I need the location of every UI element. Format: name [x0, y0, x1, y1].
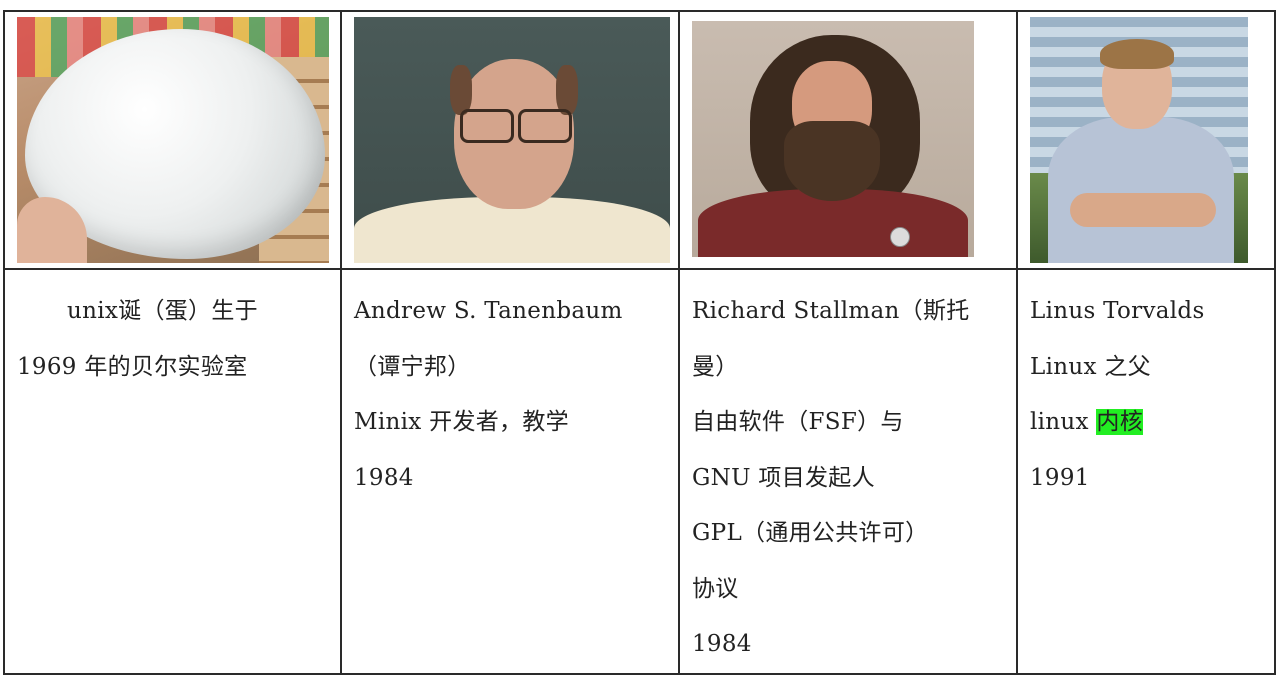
- text-cell-stallman: Richard Stallman（斯托 曼） 自由软件（FSF）与 GNU 项目…: [678, 268, 1018, 675]
- text-row: unix诞（蛋）生于 1969 年的贝尔实验室 Andrew S. Tanenb…: [3, 268, 1276, 675]
- photo-row: [3, 10, 1276, 270]
- torvalds-portrait: [1030, 17, 1248, 263]
- stallman-portrait: [692, 21, 974, 257]
- stallman-year: 1984: [692, 631, 752, 657]
- stallman-role-3: GPL（通用公共许可）: [692, 520, 929, 546]
- tanenbaum-portrait: [354, 17, 670, 263]
- kernel-prefix: linux: [1030, 409, 1097, 435]
- egg-photo: [17, 17, 329, 263]
- text-cell-torvalds: Linus Torvalds Linux 之父 linux 内核 1991: [1016, 268, 1276, 675]
- photo-cell-stallman: [678, 10, 1018, 270]
- kernel-highlight: 内核: [1096, 409, 1144, 435]
- torvalds-title: Linux 之父: [1030, 353, 1151, 380]
- photo-cell-unix: [3, 10, 342, 270]
- tanenbaum-role: Minix 开发者，教学: [354, 409, 569, 435]
- tanenbaum-chinese-name: （谭宁邦）: [354, 353, 471, 380]
- unix-line-2: 1969 年的贝尔实验室: [17, 353, 248, 380]
- stallman-role-1: 自由软件（FSF）与: [692, 409, 904, 435]
- photo-cell-tanenbaum: [340, 10, 680, 270]
- document-page: unix诞（蛋）生于 1969 年的贝尔实验室 Andrew S. Tanenb…: [0, 0, 1280, 675]
- tanenbaum-name: Andrew S. Tanenbaum: [354, 298, 623, 324]
- torvalds-name: Linus Torvalds: [1030, 298, 1205, 324]
- torvalds-kernel-line: linux 内核: [1030, 395, 1266, 451]
- stallman-name-cont: 曼）: [692, 353, 739, 380]
- unix-history-table: unix诞（蛋）生于 1969 年的贝尔实验室 Andrew S. Tanenb…: [3, 10, 1276, 675]
- unix-line-1: unix诞（蛋）生于: [67, 298, 258, 324]
- torvalds-year: 1991: [1030, 464, 1090, 491]
- tanenbaum-year: 1984: [354, 464, 414, 491]
- stallman-role-2: GNU 项目发起人: [692, 464, 875, 491]
- stallman-role-4: 协议: [692, 575, 739, 602]
- photo-cell-torvalds: [1016, 10, 1276, 270]
- text-cell-unix: unix诞（蛋）生于 1969 年的贝尔实验室: [3, 268, 342, 675]
- stallman-name: Richard Stallman（斯托: [692, 298, 970, 324]
- text-cell-tanenbaum: Andrew S. Tanenbaum （谭宁邦） Minix 开发者，教学 1…: [340, 268, 680, 675]
